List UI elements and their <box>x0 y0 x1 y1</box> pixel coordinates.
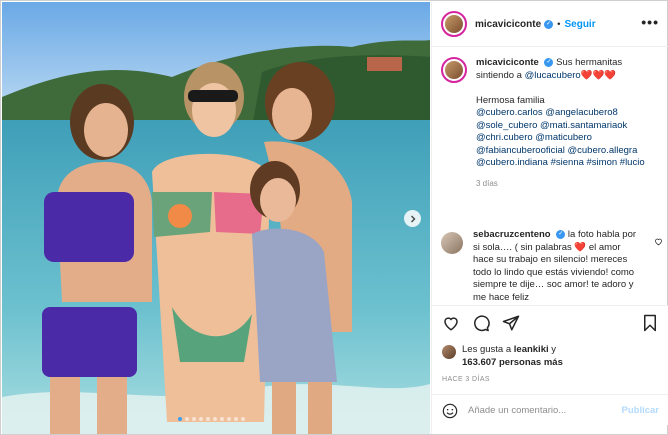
carousel-dot <box>178 417 182 421</box>
follow-button[interactable]: Seguir <box>564 19 595 30</box>
comment-username[interactable]: sebacruzcenteno <box>473 229 551 240</box>
bookmark-icon[interactable] <box>641 314 659 332</box>
instagram-post: micaviciconte ✓ • Seguir ••• micavicicon… <box>0 0 668 435</box>
verified-badge-icon: ✓ <box>544 57 554 67</box>
hearts-emoji: ❤️❤️❤️ <box>580 69 617 81</box>
heart-emoji: ❤️ <box>574 241 587 253</box>
mention-link[interactable]: @lucacubero <box>525 70 581 81</box>
separator-dot: • <box>557 18 561 30</box>
caption-time[interactable]: 3 días <box>476 178 656 191</box>
liker-username[interactable]: leankiki <box>514 344 549 355</box>
carousel-dot <box>199 417 203 421</box>
comment-item: sebacruzcenteno ✓ la foto habla por si s… <box>441 229 663 304</box>
add-comment-bar: Añade un comentario... Publicar <box>432 394 668 426</box>
carousel-dot <box>185 417 189 421</box>
chevron-right-icon <box>410 215 415 222</box>
likes-summary: Les gusta a leankiki y 163.607 personas … <box>442 344 563 369</box>
verified-badge-icon: ✓ <box>556 229 566 239</box>
carousel-dot <box>234 417 238 421</box>
post-header: micaviciconte ✓ • Seguir ••• <box>432 2 668 47</box>
emoji-icon[interactable] <box>442 403 458 419</box>
likes-count[interactable]: 163.607 personas más <box>462 357 563 368</box>
publish-button[interactable]: Publicar <box>622 405 660 416</box>
caption-avatar[interactable] <box>441 57 467 83</box>
carousel-indicator <box>178 417 245 421</box>
liker-avatar[interactable] <box>442 345 456 359</box>
post-photo[interactable] <box>2 2 430 434</box>
comment-like-icon[interactable] <box>654 237 663 246</box>
comment-icon[interactable] <box>472 314 490 332</box>
caption-tags[interactable]: @cubero.carlos @angelacubero8 @sole_cube… <box>476 107 645 168</box>
post-side-panel: micaviciconte ✓ • Seguir ••• micavicicon… <box>431 2 668 434</box>
next-photo-button[interactable] <box>404 210 421 227</box>
heart-icon[interactable] <box>442 314 460 332</box>
caption-username[interactable]: micaviciconte <box>476 57 539 68</box>
add-comment-input[interactable]: Añade un comentario... <box>468 405 622 416</box>
share-icon[interactable] <box>502 314 520 332</box>
carousel-dot <box>206 417 210 421</box>
verified-badge-icon: ✓ <box>544 19 554 29</box>
post-actions: Les gusta a leankiki y 163.607 personas … <box>432 305 668 425</box>
carousel-dot <box>227 417 231 421</box>
carousel-dot <box>192 417 196 421</box>
post-caption: micaviciconte ✓ Sus hermanitas sintiendo… <box>441 57 663 190</box>
beach-family-photo <box>2 2 430 434</box>
carousel-dot <box>220 417 224 421</box>
avatar[interactable] <box>441 11 467 37</box>
carousel-dot <box>241 417 245 421</box>
likes-prefix: Les gusta a <box>462 344 512 355</box>
likes-joiner: y <box>551 344 557 355</box>
carousel-dot <box>213 417 217 421</box>
more-options-icon[interactable]: ••• <box>641 14 659 30</box>
caption-body: Hermosa familia <box>476 94 545 106</box>
post-date[interactable]: HACE 3 DÍAS <box>442 376 490 383</box>
comment-avatar[interactable] <box>441 232 463 254</box>
post-username[interactable]: micaviciconte <box>475 19 541 30</box>
